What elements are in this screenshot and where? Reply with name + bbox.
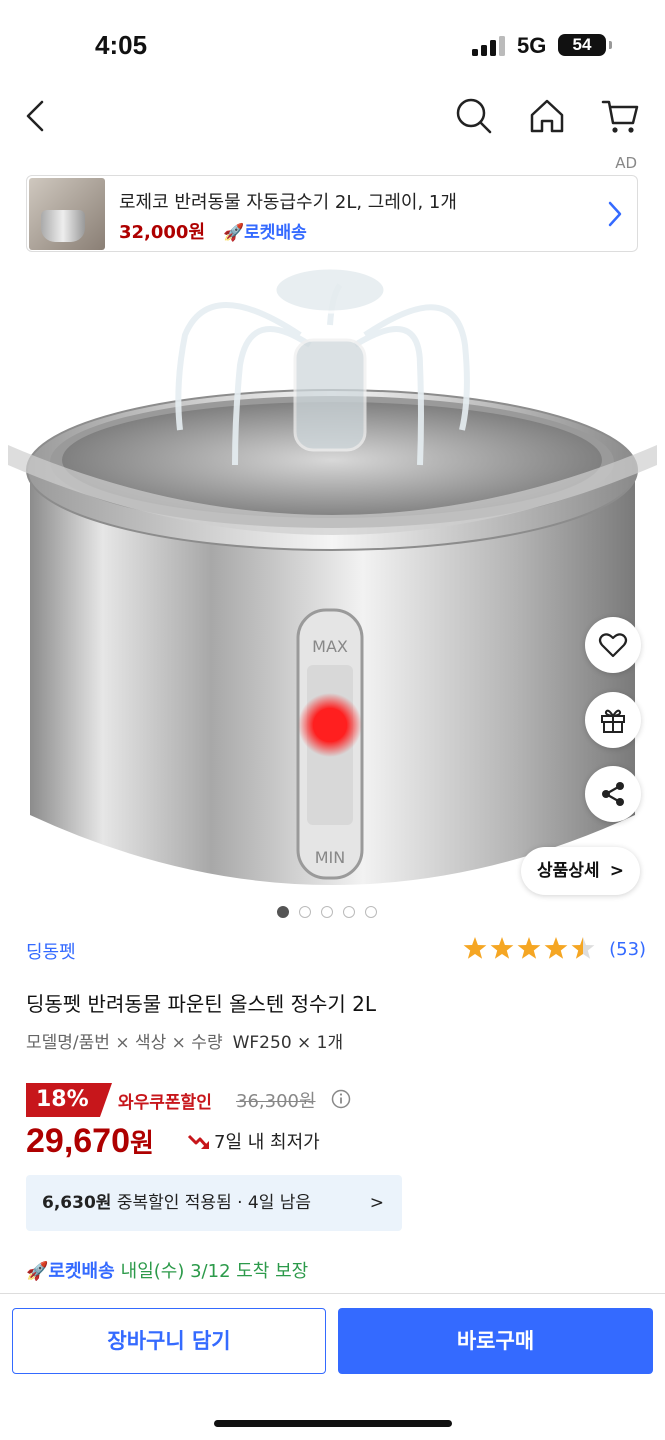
pagination-dot[interactable] — [365, 906, 377, 918]
review-count[interactable]: (53) — [609, 939, 646, 960]
image-pagination — [277, 903, 387, 922]
pagination-dot[interactable] — [299, 906, 311, 918]
pagination-dot[interactable] — [277, 906, 289, 918]
option-summary[interactable]: 모델명/품번 × 색상 × 수량 WF250 × 1개 — [26, 1028, 343, 1053]
signal-icon — [472, 36, 505, 56]
trend-down-icon — [187, 1134, 210, 1149]
extra-discount-text: 중복할인 적용됨 · 4일 남음 — [116, 1193, 312, 1213]
star-icon — [517, 937, 541, 959]
heart-icon — [598, 633, 628, 658]
extra-discount-banner[interactable]: 6,630원 중복할인 적용됨 · 4일 남음 > — [26, 1175, 402, 1231]
ad-banner[interactable]: 로제코 반려동물 자동급수기 2L, 그레이, 1개 32,000원 🚀로켓배송 — [26, 175, 638, 252]
home-indicator — [214, 1420, 452, 1427]
min-label: MIN — [315, 848, 346, 867]
bottom-action-bar: 장바구니 담기 바로구매 — [0, 1293, 665, 1440]
top-nav — [0, 88, 665, 146]
fountain-illustration: MAX MIN — [8, 266, 657, 885]
lowest-price-label: 7일 내 최저가 — [214, 1132, 320, 1153]
sale-price: 29,670원 — [26, 1122, 154, 1161]
battery-icon: 54 — [558, 34, 612, 56]
ad-price: 32,000원 — [119, 222, 206, 243]
wishlist-button[interactable] — [585, 617, 641, 673]
info-icon[interactable] — [331, 1089, 351, 1109]
star-icon — [463, 937, 487, 959]
option-value: WF250 × 1개 — [232, 1033, 344, 1053]
brand-link[interactable]: 딩동펫 — [26, 938, 76, 964]
star-icon — [490, 937, 514, 959]
home-icon[interactable] — [527, 96, 567, 136]
gift-button[interactable] — [585, 692, 641, 748]
delivery-date: 내일(수) 3/12 도착 보장 — [120, 1261, 309, 1282]
discount-badge: 18% — [26, 1083, 112, 1117]
lowest-price-note: 7일 내 최저가 — [187, 1128, 320, 1154]
sale-price-number: 29,670 — [26, 1122, 130, 1160]
chevron-right-icon: > — [369, 1193, 384, 1213]
product-detail-label: 상품상세 — [537, 861, 600, 881]
delivery-info: 🚀로켓배송 내일(수) 3/12 도착 보장 — [26, 1257, 308, 1283]
product-title: 딩동펫 반려동물 파운틴 올스텐 정수기 2L — [26, 992, 377, 1016]
rating[interactable]: (53) — [462, 936, 646, 966]
coupon-label: 와우쿠폰할인 — [118, 1093, 212, 1113]
add-to-cart-button[interactable]: 장바구니 담기 — [12, 1308, 326, 1374]
rocket-delivery-label: 🚀로켓배송 — [26, 1261, 115, 1282]
max-label: MAX — [312, 637, 348, 656]
back-icon[interactable] — [16, 96, 56, 136]
gift-icon — [601, 709, 625, 733]
ad-tag: AD — [615, 154, 637, 172]
star-icon — [571, 937, 595, 959]
chevron-right-icon — [608, 201, 622, 227]
star-rating-icon — [463, 937, 595, 959]
share-icon — [602, 782, 624, 806]
buy-now-button[interactable]: 바로구매 — [338, 1308, 653, 1374]
ad-title: 로제코 반려동물 자동급수기 2L, 그레이, 1개 — [119, 192, 457, 213]
sale-price-unit: 원 — [130, 1128, 154, 1158]
pagination-dot[interactable] — [343, 906, 355, 918]
star-icon — [544, 937, 568, 959]
status-bar: 4:05 5G 54 — [0, 0, 665, 90]
share-button[interactable] — [585, 766, 641, 822]
ad-rocket-delivery: 🚀로켓배송 — [223, 223, 307, 243]
option-label: 모델명/품번 × 색상 × 수량 — [26, 1033, 223, 1053]
pagination-dot[interactable] — [321, 906, 333, 918]
original-price: 36,300원 — [236, 1091, 316, 1112]
extra-discount-amount: 6,630원 — [42, 1193, 112, 1213]
search-icon[interactable] — [454, 96, 494, 136]
cart-icon[interactable] — [600, 96, 640, 136]
product-detail-button[interactable]: 상품상세 > — [521, 847, 640, 895]
chevron-right-icon: > — [609, 861, 624, 881]
status-time: 4:05 — [95, 30, 148, 60]
network-label: 5G — [517, 33, 547, 58]
ad-thumbnail — [29, 178, 105, 250]
product-image[interactable]: MAX MIN — [0, 255, 665, 920]
